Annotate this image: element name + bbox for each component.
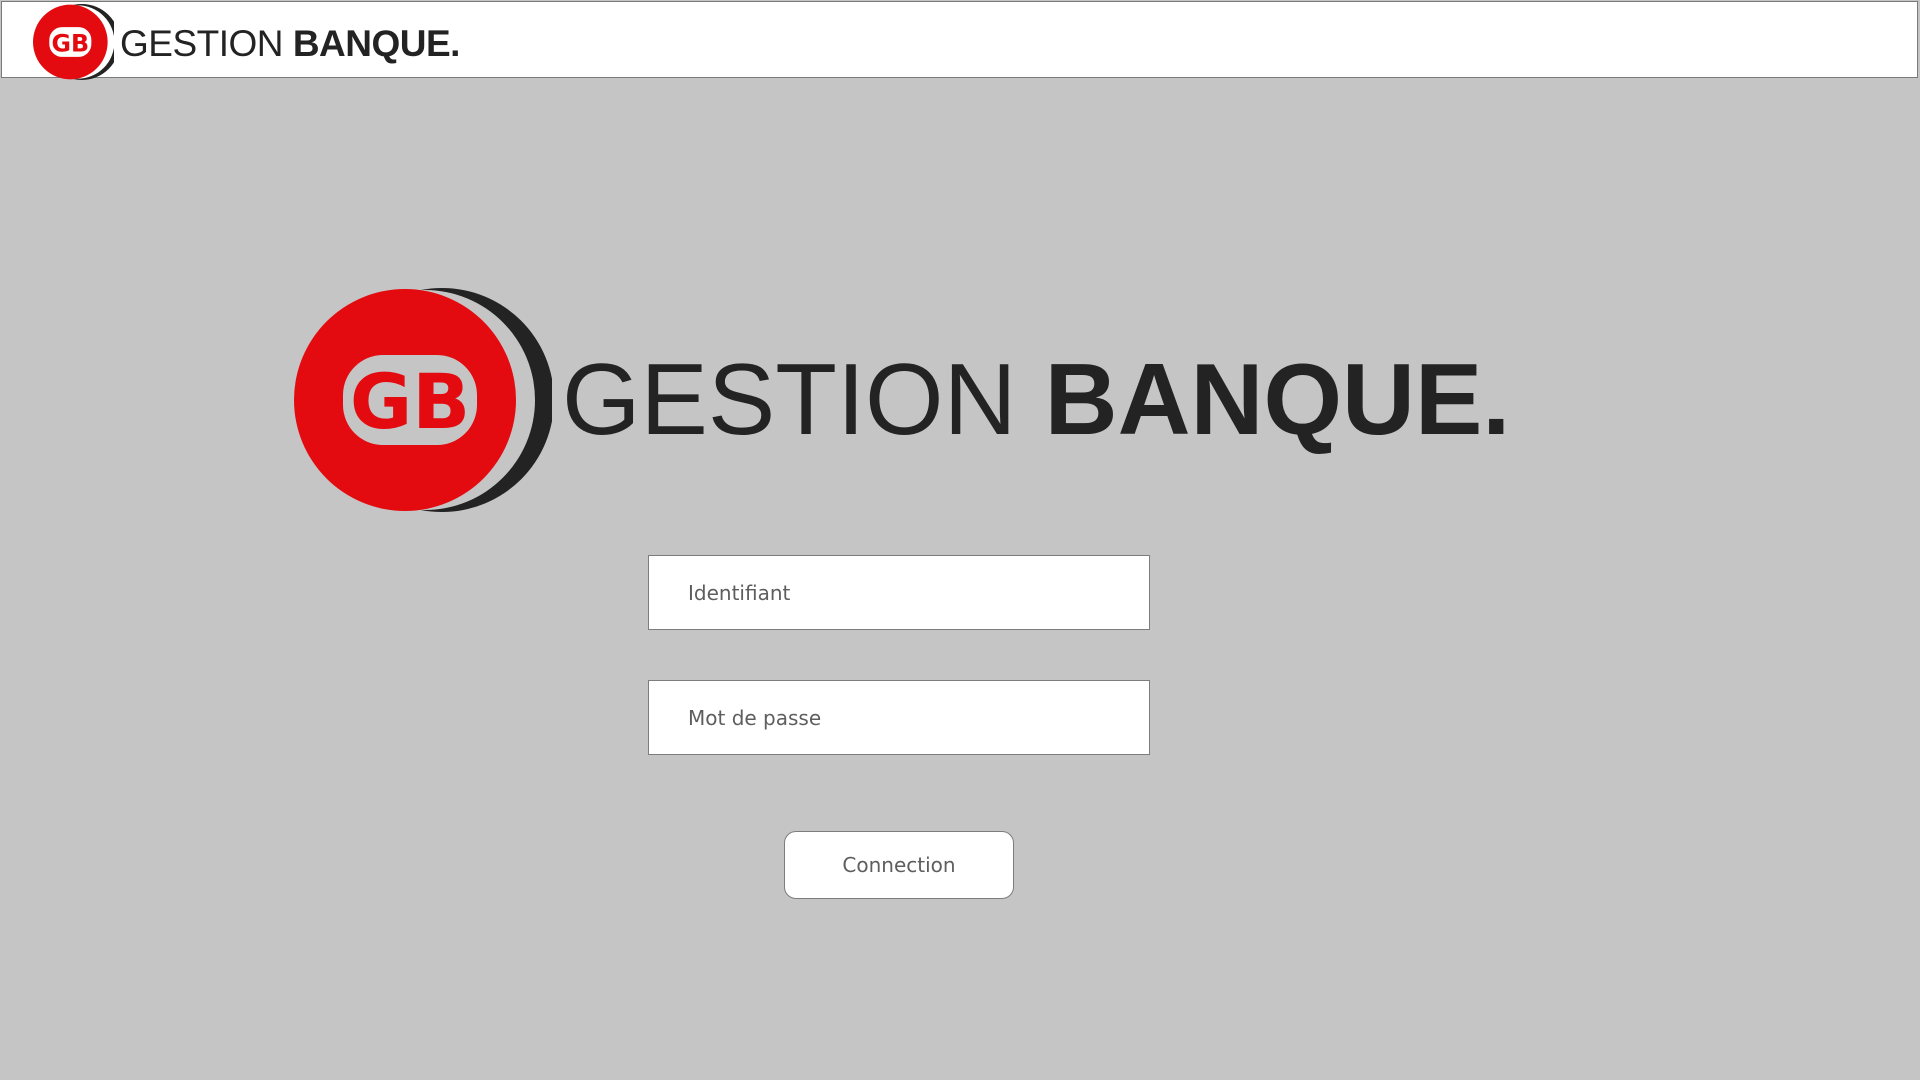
brand-name-bold: BANQUE.: [292, 23, 461, 64]
username-placeholder: Identifiant: [688, 580, 791, 605]
connection-button[interactable]: Connection: [784, 831, 1014, 899]
password-placeholder: Mot de passe: [688, 705, 822, 730]
header-brand-name: GESTION BANQUE.: [120, 23, 460, 65]
top-bar: GB GESTION BANQUE.: [1, 1, 1918, 80]
password-field[interactable]: Mot de passe: [648, 680, 1150, 755]
hero-logo: GB GESTION BANQUE.: [294, 288, 1510, 512]
gb-coin-logo-icon: GB: [294, 288, 552, 512]
connection-button-label: Connection: [842, 853, 956, 877]
hero-brand-name: GESTION BANQUE.: [562, 343, 1510, 458]
svg-text:GB: GB: [350, 357, 470, 446]
header-logo[interactable]: GB GESTION BANQUE.: [28, 4, 460, 80]
svg-text:GB: GB: [52, 30, 90, 58]
username-field[interactable]: Identifiant: [648, 555, 1150, 630]
brand-name-light: GESTION: [120, 23, 284, 64]
gb-coin-logo-icon: GB: [33, 4, 114, 80]
brand-name-light: GESTION: [562, 343, 1017, 456]
brand-name-bold: BANQUE.: [1044, 343, 1511, 456]
